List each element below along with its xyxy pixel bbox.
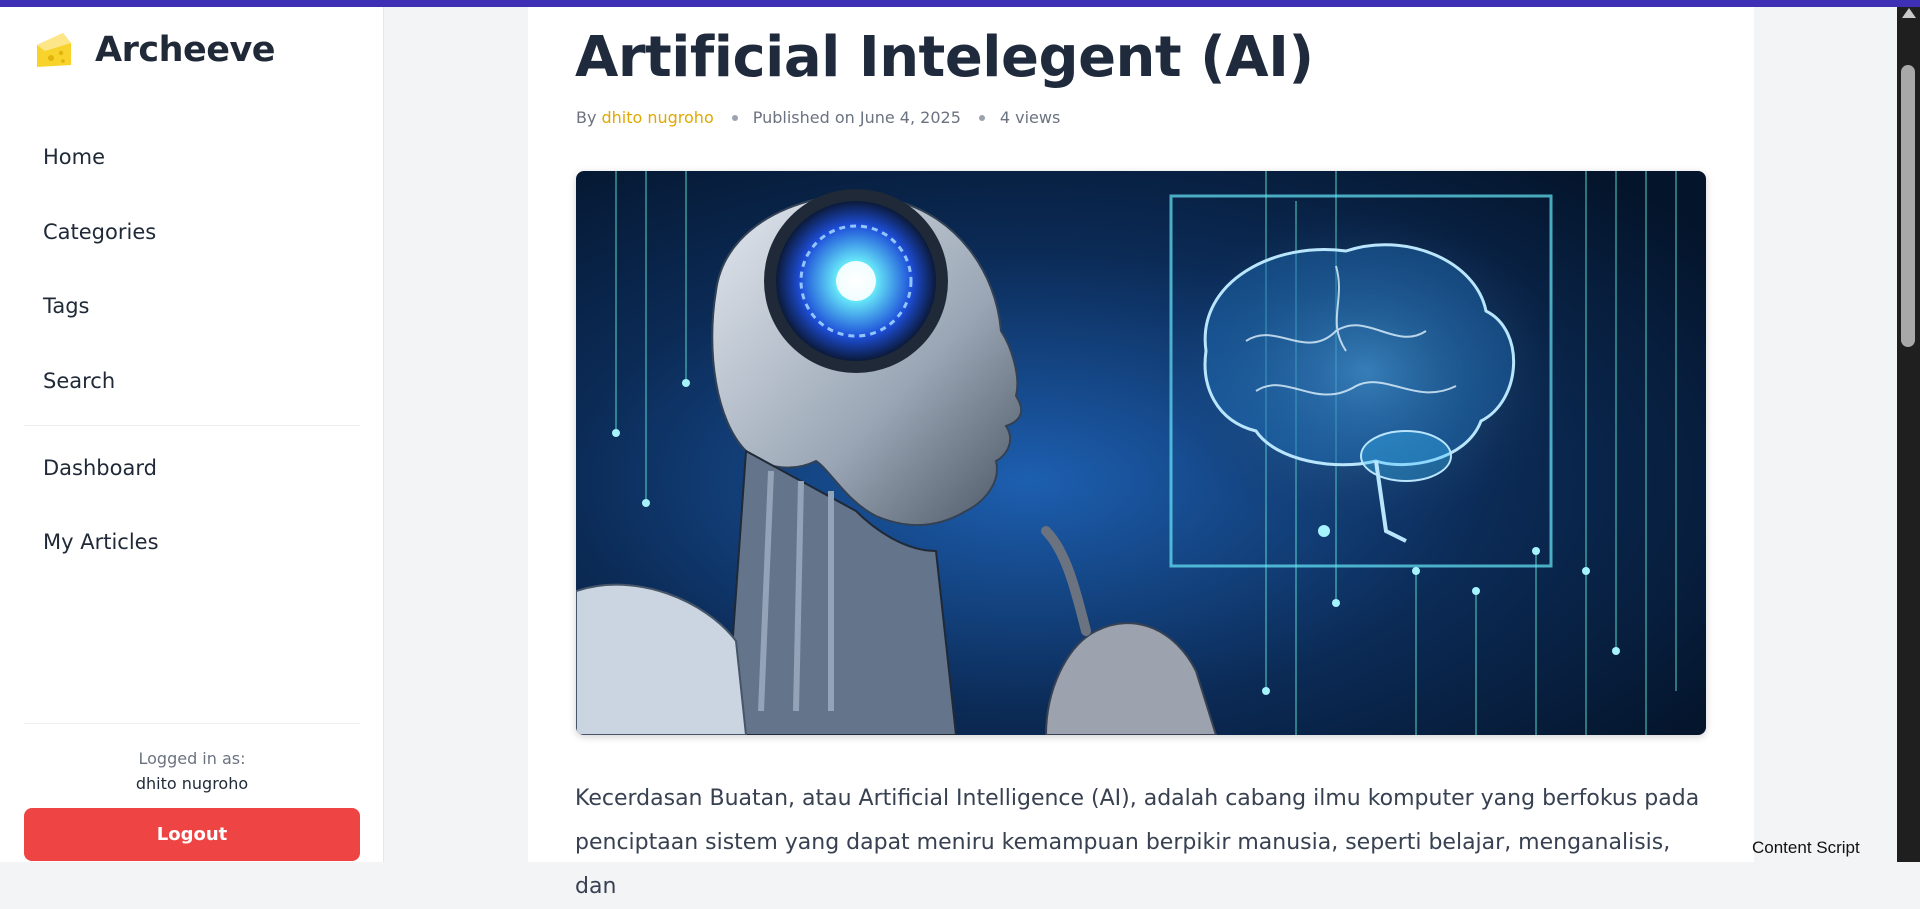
nav-item-my-articles[interactable]: My Articles xyxy=(43,530,343,554)
ai-robot-brain-illustration xyxy=(576,171,1706,735)
vertical-scrollbar[interactable] xyxy=(1897,7,1920,862)
meta-separator-dot xyxy=(978,114,985,121)
nav-item-home[interactable]: Home xyxy=(43,145,343,169)
nav-item-categories[interactable]: Categories xyxy=(43,220,343,244)
article-hero-image xyxy=(576,171,1706,735)
nav-divider xyxy=(24,425,360,426)
sidebar: Archeeve Home Categories Tags Search Das… xyxy=(0,7,384,862)
author-link[interactable]: dhito nugroho xyxy=(601,108,713,127)
published-date: Published on June 4, 2025 xyxy=(752,108,961,127)
by-label: By xyxy=(576,108,597,127)
meta-separator-dot xyxy=(731,114,738,121)
scrollbar-thumb[interactable] xyxy=(1901,65,1915,347)
brand-name: Archeeve xyxy=(95,30,276,70)
content-script-label: Content Script xyxy=(1752,838,1860,857)
brand[interactable]: Archeeve xyxy=(33,29,276,71)
user-divider xyxy=(24,723,360,724)
cheese-icon xyxy=(37,33,71,67)
article-card: Artificial Intelegent (AI) By dhito nugr… xyxy=(528,7,1754,899)
view-count: 4 views xyxy=(999,108,1061,127)
logged-in-username: dhito nugroho xyxy=(135,774,249,793)
nav-item-dashboard[interactable]: Dashboard xyxy=(43,456,343,480)
user-info: Logged in as: dhito nugroho xyxy=(24,749,360,793)
scroll-up-arrow-icon[interactable] xyxy=(1902,8,1916,18)
article-meta: By dhito nugroho Published on June 4, 20… xyxy=(576,108,1060,127)
nav-item-tags[interactable]: Tags xyxy=(43,294,343,318)
top-accent-bar xyxy=(0,0,1920,7)
article-title: Artificial Intelegent (AI) xyxy=(575,25,1314,90)
logged-in-label: Logged in as: xyxy=(138,749,246,768)
nav-item-search[interactable]: Search xyxy=(43,369,343,393)
article-body-paragraph: Kecerdasan Buatan, atau Artificial Intel… xyxy=(575,786,1700,899)
logout-button[interactable]: Logout xyxy=(24,808,360,861)
